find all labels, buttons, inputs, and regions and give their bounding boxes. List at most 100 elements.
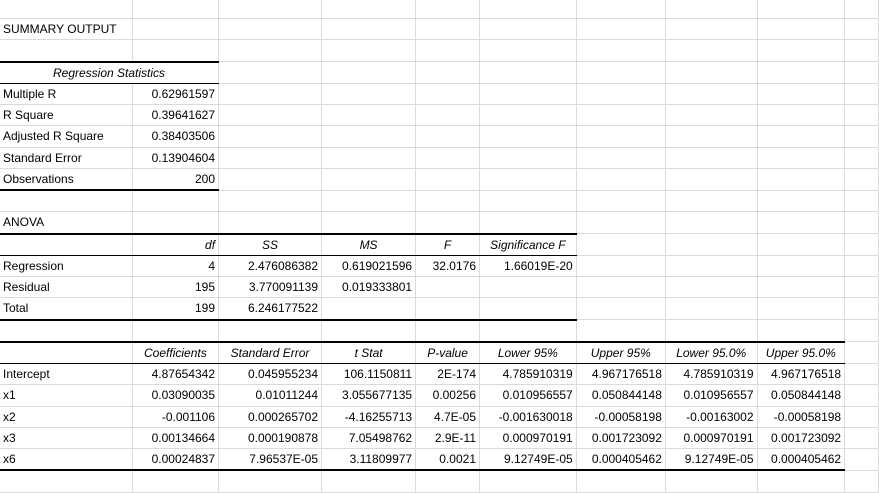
cell[interactable]: [479, 0, 577, 19]
cell[interactable]: [415, 211, 480, 234]
coefficient-cell[interactable]: 0.001723092: [757, 427, 846, 450]
cell[interactable]: [665, 297, 758, 320]
anova-title[interactable]: ANOVA: [0, 211, 133, 234]
cell[interactable]: [665, 255, 758, 278]
coefficient-cell[interactable]: 0.000970191: [479, 427, 577, 450]
cell[interactable]: [479, 104, 577, 127]
cell[interactable]: [132, 18, 220, 41]
cell[interactable]: [844, 147, 879, 169]
stat-value[interactable]: 0.38403506: [132, 125, 220, 148]
cell[interactable]: [844, 448, 879, 471]
coefficients-header[interactable]: Upper 95.0%: [757, 340, 846, 364]
coefficient-cell[interactable]: 0.000970191: [665, 427, 758, 450]
coefficients-header[interactable]: Lower 95.0%: [665, 340, 758, 364]
cell[interactable]: [218, 0, 323, 19]
cell[interactable]: [321, 61, 417, 84]
cell[interactable]: [576, 147, 666, 169]
stat-value[interactable]: 0.39641627: [132, 104, 220, 127]
cell[interactable]: [218, 18, 323, 41]
anova-cell[interactable]: 4: [132, 255, 220, 278]
cell[interactable]: [479, 147, 577, 169]
cell[interactable]: [576, 39, 666, 62]
cell[interactable]: [321, 125, 417, 148]
cell[interactable]: [757, 211, 846, 234]
coefficient-cell[interactable]: 9.12749E-05: [479, 448, 577, 472]
coefficient-row-label[interactable]: x2: [0, 406, 133, 428]
stat-label[interactable]: R Square: [0, 104, 133, 127]
cell[interactable]: [757, 0, 846, 19]
cell[interactable]: [576, 276, 666, 299]
cell[interactable]: [757, 297, 846, 320]
coefficient-cell[interactable]: -4.16255713: [321, 406, 417, 428]
coefficient-cell[interactable]: 0.000190878: [218, 427, 323, 450]
cell[interactable]: [757, 83, 846, 106]
cell[interactable]: [321, 39, 417, 62]
cell[interactable]: [415, 147, 480, 169]
cell[interactable]: [415, 470, 480, 493]
anova-row-label[interactable]: Residual: [0, 276, 133, 299]
coefficient-cell[interactable]: 3.11809977: [321, 448, 417, 472]
cell[interactable]: [844, 125, 879, 148]
cell[interactable]: [844, 470, 879, 493]
cell[interactable]: [321, 18, 417, 41]
cell[interactable]: [132, 211, 220, 234]
cell[interactable]: [132, 190, 220, 213]
coefficient-cell[interactable]: 0.000265702: [218, 406, 323, 428]
cell[interactable]: [479, 125, 577, 148]
cell[interactable]: [415, 61, 480, 84]
cell[interactable]: [576, 18, 666, 41]
coefficients-header[interactable]: Coefficients: [132, 340, 220, 364]
coefficient-cell[interactable]: 3.055677135: [321, 384, 417, 407]
cell[interactable]: [218, 147, 323, 169]
cell[interactable]: [665, 125, 758, 148]
cell[interactable]: [321, 319, 417, 343]
coefficient-cell[interactable]: -0.001630018: [479, 406, 577, 428]
cell[interactable]: [576, 125, 666, 148]
stat-label[interactable]: Adjusted R Square: [0, 125, 133, 148]
anova-header[interactable]: Significance F: [479, 232, 577, 256]
cell[interactable]: [321, 211, 417, 234]
anova-cell[interactable]: [415, 276, 480, 299]
cell[interactable]: [415, 168, 480, 191]
cell[interactable]: [415, 18, 480, 41]
coefficients-header[interactable]: Upper 95%: [576, 340, 666, 364]
cell[interactable]: [479, 319, 577, 343]
cell[interactable]: [132, 319, 220, 343]
cell[interactable]: [757, 319, 846, 343]
cell[interactable]: [576, 0, 666, 19]
cell[interactable]: [479, 61, 577, 84]
coefficient-cell[interactable]: 0.00134664: [132, 427, 220, 450]
cell[interactable]: [218, 470, 323, 493]
cell[interactable]: [665, 18, 758, 41]
cell[interactable]: [0, 39, 133, 62]
anova-header[interactable]: df: [132, 232, 220, 256]
cell[interactable]: [576, 255, 666, 278]
cell[interactable]: [757, 276, 846, 299]
cell[interactable]: [218, 168, 323, 191]
coefficient-cell[interactable]: 4.785910319: [665, 363, 758, 386]
coefficient-cell[interactable]: 0.00256: [415, 384, 480, 407]
cell[interactable]: [665, 211, 758, 234]
cell[interactable]: [665, 168, 758, 191]
cell[interactable]: [757, 39, 846, 62]
cell[interactable]: [576, 211, 666, 234]
cell[interactable]: [757, 168, 846, 191]
cell[interactable]: [665, 61, 758, 84]
coefficients-header[interactable]: P-value: [415, 340, 480, 364]
stat-label[interactable]: Standard Error: [0, 147, 133, 169]
cell[interactable]: [844, 61, 879, 84]
cell[interactable]: [757, 470, 846, 493]
cell[interactable]: [321, 0, 417, 19]
coefficient-cell[interactable]: 0.00024837: [132, 448, 220, 472]
cell[interactable]: [415, 39, 480, 62]
cell[interactable]: [415, 0, 480, 19]
coefficient-cell[interactable]: -0.00058198: [757, 406, 846, 428]
cell[interactable]: [757, 61, 846, 84]
coefficient-cell[interactable]: 7.05498762: [321, 427, 417, 450]
cell[interactable]: [576, 319, 666, 343]
anova-cell[interactable]: 3.770091139: [218, 276, 323, 299]
coefficients-header[interactable]: Lower 95%: [479, 340, 577, 364]
cell[interactable]: [757, 104, 846, 127]
cell[interactable]: [479, 18, 577, 41]
cell[interactable]: [844, 384, 879, 407]
